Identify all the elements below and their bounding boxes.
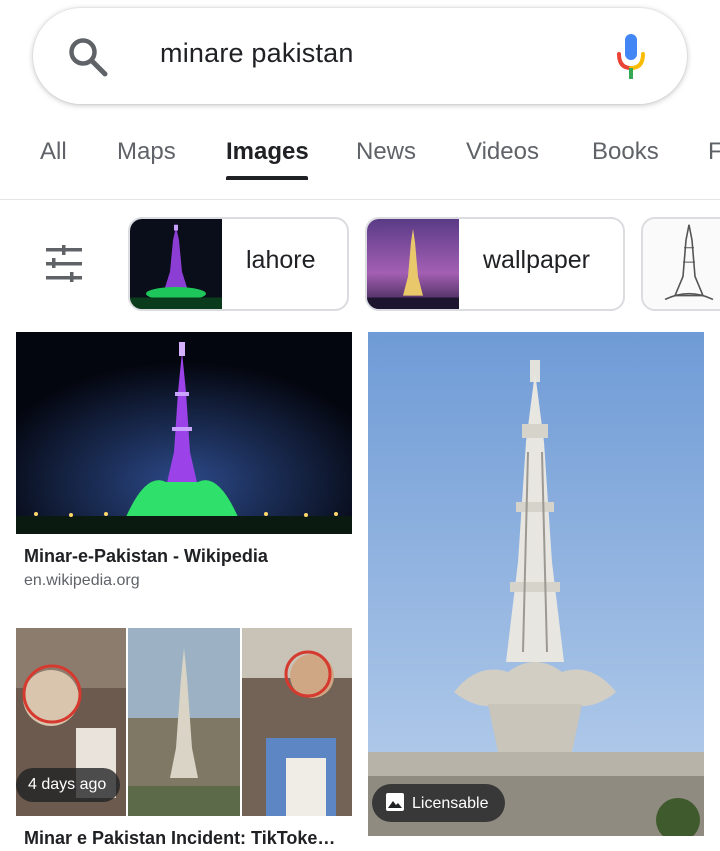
tab-images[interactable]: Images (226, 138, 309, 166)
result-thumbnail-image[interactable] (16, 332, 352, 534)
image-icon (386, 793, 404, 811)
chip-thumbnail-image (130, 219, 222, 309)
result-thumbnail-image[interactable] (368, 332, 704, 836)
chip-thumbnail-image (643, 219, 720, 309)
tab-news[interactable]: News (356, 138, 416, 166)
filter-tune-icon[interactable] (44, 245, 84, 283)
result-source: en.wikipedia.org (24, 572, 140, 589)
badge-label: Licensable (412, 795, 489, 812)
tab-videos[interactable]: Videos (466, 138, 539, 166)
tab-maps[interactable]: Maps (117, 138, 176, 166)
chip-wallpaper[interactable]: wallpaper (365, 217, 625, 311)
image-result-1[interactable]: Minar-e-Pakistan - Wikipedia en.wikipedi… (16, 332, 352, 602)
date-badge: 4 days ago (16, 768, 121, 802)
chip-partial[interactable] (641, 217, 720, 311)
search-input[interactable]: minare pakistan (160, 38, 354, 69)
result-title[interactable]: Minar-e-Pakistan - Wikipedia (24, 546, 352, 567)
search-tabs: All Maps Images News Videos Books F (0, 116, 720, 200)
search-icon[interactable] (67, 36, 109, 78)
search-bar[interactable]: minare pakistan (33, 8, 687, 104)
microphone-icon[interactable] (615, 32, 647, 82)
refinement-chips: lahore wallpaper (0, 215, 720, 313)
image-result-3[interactable]: 4 days ago Minar e Pakistan Incident: Ti… (16, 628, 352, 851)
image-result-2[interactable]: Licensable (368, 332, 704, 836)
tab-all[interactable]: All (40, 138, 67, 166)
active-tab-indicator (226, 176, 308, 180)
result-title[interactable]: Minar e Pakistan Incident: TikToke… (24, 828, 352, 849)
tab-more-partial[interactable]: F (708, 138, 720, 166)
chip-label: lahore (246, 246, 316, 274)
tab-books[interactable]: Books (592, 138, 659, 166)
licensable-badge[interactable]: Licensable (372, 784, 505, 822)
chip-label: wallpaper (483, 246, 591, 274)
chip-thumbnail-image (367, 219, 459, 309)
chip-lahore[interactable]: lahore (128, 217, 349, 311)
